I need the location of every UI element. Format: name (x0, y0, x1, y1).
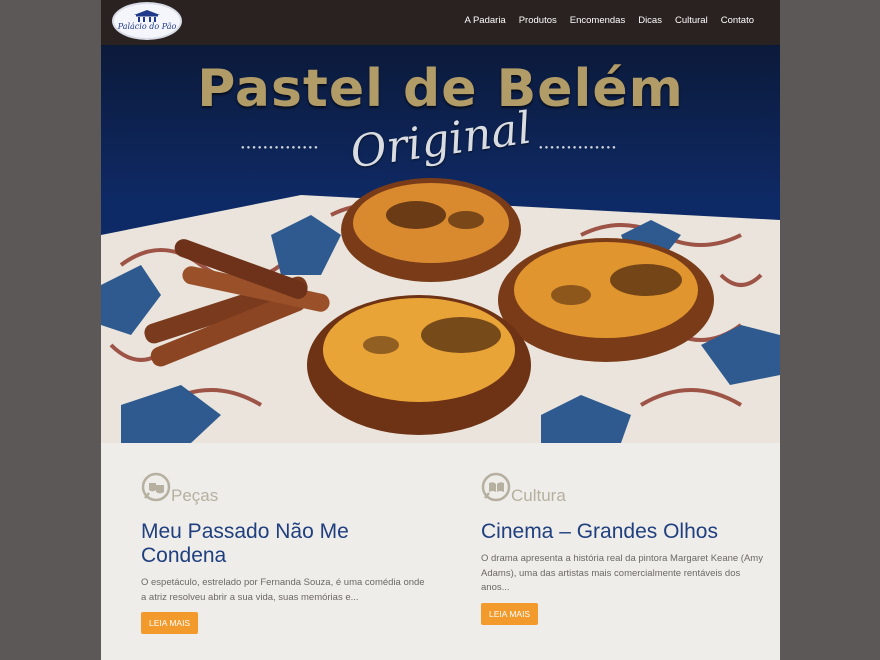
post-category: Cultura (481, 468, 771, 506)
nav-item-a-padaria[interactable]: A Padaria (465, 15, 506, 26)
post-title[interactable]: Cinema – Grandes Olhos (481, 520, 771, 544)
open-book-icon (481, 472, 511, 502)
post-card-pecas: Peças Meu Passado Não Me Condena O espet… (141, 468, 431, 634)
nav-item-encomendas[interactable]: Encomendas (570, 15, 625, 26)
post-category-label[interactable]: Peças (171, 486, 218, 506)
page-container: Palácio do Pão A Padaria Produtos Encome… (101, 0, 780, 660)
post-excerpt: O drama apresenta a história real da pin… (481, 553, 763, 593)
hero-title: Pastel de Belém (197, 59, 684, 119)
post-excerpt: O espetáculo, estrelado por Fernanda Sou… (141, 577, 425, 603)
post-title[interactable]: Meu Passado Não Me Condena (141, 520, 431, 568)
read-more-button[interactable]: LEIA MAIS (141, 612, 199, 634)
post-category: Peças (141, 468, 431, 506)
read-more-button[interactable]: LEIA MAIS (481, 602, 539, 625)
post-card-cultura: Cultura Cinema – Grandes Olhos O drama a… (481, 468, 771, 625)
bakery-building-icon (134, 9, 160, 22)
logo-text: Palácio do Pão (117, 21, 177, 31)
nav-item-cultural[interactable]: Cultural (675, 15, 708, 26)
nav-item-dicas[interactable]: Dicas (638, 15, 662, 26)
hero-ornament-left: ●●●●●●●●●●●●●● (241, 145, 320, 151)
nav-item-contato[interactable]: Contato (721, 15, 754, 26)
site-logo[interactable]: Palácio do Pão (112, 2, 182, 40)
site-header: Palácio do Pão A Padaria Produtos Encome… (101, 0, 780, 45)
main-nav: A Padaria Produtos Encomendas Dicas Cult… (465, 15, 754, 26)
hero-banner: Pastel de Belém ●●●●●●●●●●●●●● ●●●●●●●●●… (101, 45, 780, 443)
nav-item-produtos[interactable]: Produtos (519, 15, 557, 26)
post-category-label[interactable]: Cultura (511, 486, 566, 506)
theater-masks-icon (141, 472, 171, 502)
